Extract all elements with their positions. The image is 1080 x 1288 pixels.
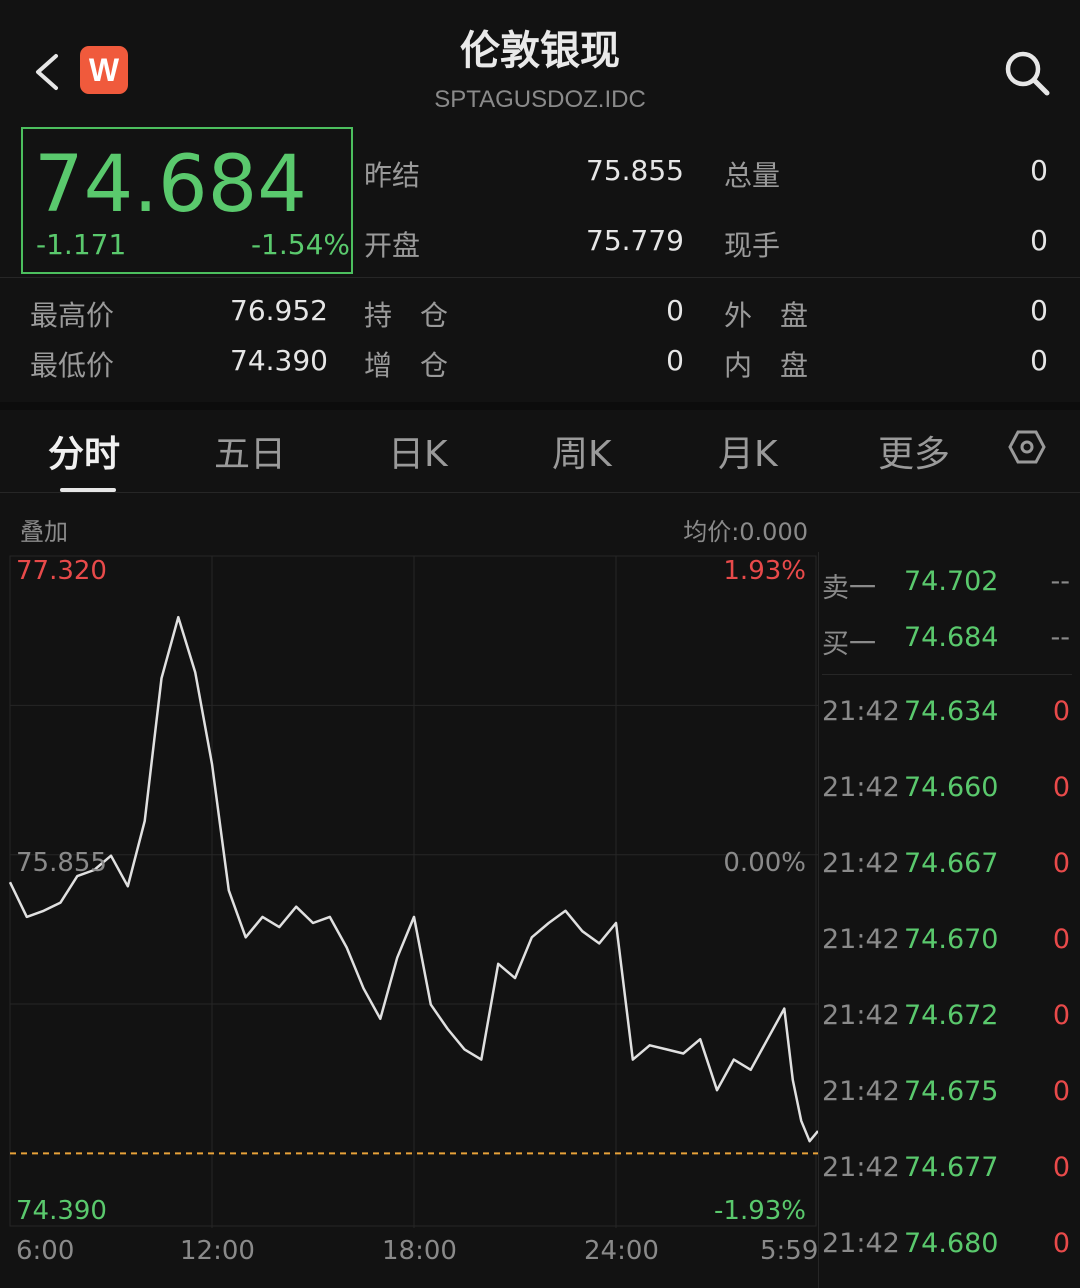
intraday-chart[interactable] <box>0 548 818 1238</box>
tick-price: 74.667 <box>904 848 999 879</box>
section-gap <box>0 402 1080 410</box>
stat-value-open: 75.779 <box>586 224 684 257</box>
stat-label-current-lot: 现手 <box>724 229 781 262</box>
pct-label-mid: 0.00% <box>723 848 806 878</box>
tick-time: 21:42 <box>822 848 900 879</box>
tick-time: 21:42 <box>822 1076 900 1107</box>
tab-monthly-k[interactable]: 月K <box>718 425 778 477</box>
tick-price: 74.675 <box>904 1076 999 1107</box>
tick-price: 74.660 <box>904 772 999 803</box>
stat-value-low: 74.390 <box>230 344 328 377</box>
x-tick-label: 6:00 <box>16 1236 75 1266</box>
page-title: 伦敦银现 <box>460 28 620 74</box>
stat-label-open-interest: 持 仓 <box>364 299 449 332</box>
ask1-label: 卖一 <box>822 573 876 604</box>
stat-value-outer: 0 <box>1030 294 1048 327</box>
stat-label-prev-settle: 昨结 <box>364 159 421 192</box>
settings-hexagon-icon[interactable] <box>1008 428 1046 466</box>
x-tick-label: 12:00 <box>180 1236 255 1266</box>
bid1-label: 买一 <box>822 629 876 660</box>
tab-more[interactable]: 更多 <box>878 425 950 477</box>
tick-volume: 0 <box>1052 1152 1070 1183</box>
tick-price: 74.634 <box>904 696 999 727</box>
tick-volume: 0 <box>1052 696 1070 727</box>
stat-value-oi-change: 0 <box>666 344 684 377</box>
stat-label-high: 最高价 <box>30 299 115 332</box>
tick-price: 74.680 <box>904 1228 999 1259</box>
stat-label-inner: 内 盘 <box>724 349 809 382</box>
divider <box>818 552 819 1288</box>
stat-label-low: 最低价 <box>30 349 115 382</box>
last-price: 74.684 <box>34 140 307 230</box>
tick-volume: 0 <box>1052 772 1070 803</box>
tick-time: 21:42 <box>822 1000 900 1031</box>
bid1-volume: -- <box>1050 622 1071 653</box>
divider <box>0 277 1080 278</box>
stat-label-oi-change: 增 仓 <box>364 349 449 382</box>
tick-price: 74.672 <box>904 1000 999 1031</box>
y-label-top: 77.320 <box>16 556 107 586</box>
avg-price-label: 均价:0.000 <box>683 518 808 546</box>
x-tick-label: 5:59 <box>760 1236 819 1266</box>
tick-time: 21:42 <box>822 772 900 803</box>
stat-value-current-lot: 0 <box>1030 224 1048 257</box>
tick-time: 21:42 <box>822 924 900 955</box>
pct-label-bottom: -1.93% <box>714 1196 806 1226</box>
stat-value-open-interest: 0 <box>666 294 684 327</box>
tick-volume: 0 <box>1052 1000 1070 1031</box>
price-change: -1.171 <box>36 228 127 261</box>
tick-price: 74.677 <box>904 1152 999 1183</box>
stat-value-volume: 0 <box>1030 154 1048 187</box>
stat-value-prev-settle: 75.855 <box>586 154 684 187</box>
pct-label-top: 1.93% <box>723 556 806 586</box>
bid1-price: 74.684 <box>904 622 999 653</box>
tab-five-day[interactable]: 五日 <box>214 425 286 477</box>
ask1-volume: -- <box>1050 566 1071 597</box>
search-icon[interactable] <box>1002 48 1052 98</box>
tick-volume: 0 <box>1052 1228 1070 1259</box>
y-label-bottom: 74.390 <box>16 1196 107 1226</box>
chart-frame <box>9 555 817 1227</box>
stat-label-outer: 外 盘 <box>724 299 809 332</box>
symbol-code: SPTAGUSDOZ.IDC <box>434 86 646 113</box>
divider <box>822 674 1072 675</box>
price-change-pct: -1.54% <box>250 228 350 261</box>
tick-price: 74.670 <box>904 924 999 955</box>
tick-time: 21:42 <box>822 1228 900 1259</box>
y-label-mid: 75.855 <box>16 848 107 878</box>
tab-weekly-k[interactable]: 周K <box>552 425 612 477</box>
stat-value-inner: 0 <box>1030 344 1048 377</box>
x-tick-label: 18:00 <box>382 1236 457 1266</box>
tick-volume: 0 <box>1052 924 1070 955</box>
tick-volume: 0 <box>1052 848 1070 879</box>
tab-daily-k[interactable]: 日K <box>388 425 448 477</box>
tick-volume: 0 <box>1052 1076 1070 1107</box>
ask1-price: 74.702 <box>904 566 999 597</box>
x-tick-label: 24:00 <box>584 1236 659 1266</box>
tick-time: 21:42 <box>822 1152 900 1183</box>
divider <box>0 492 1080 493</box>
tab-intraday[interactable]: 分时 <box>48 425 120 477</box>
tick-time: 21:42 <box>822 696 900 727</box>
stat-value-high: 76.952 <box>230 294 328 327</box>
overlay-button[interactable]: 叠加 <box>20 512 68 547</box>
stat-label-volume: 总量 <box>724 159 781 192</box>
stat-label-open: 开盘 <box>364 229 421 262</box>
